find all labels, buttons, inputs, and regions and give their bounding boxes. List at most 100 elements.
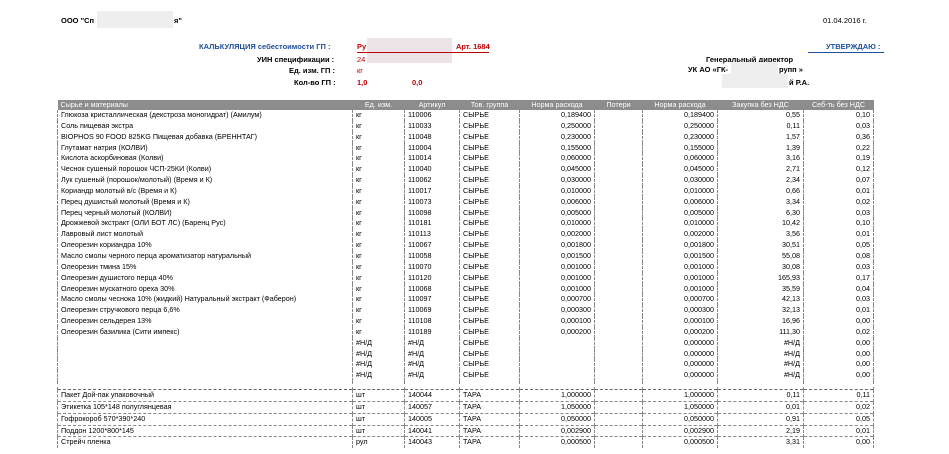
table-cell: 0,01 [717,400,804,414]
table-cell: кг [352,175,405,186]
management-company: УК АО «ГК- [688,65,729,74]
redaction [722,74,788,88]
table-cell: кг [352,229,405,241]
table-cell: 0,01 [803,305,874,317]
table-cell: ТАРА [459,424,520,437]
table-cell: Поддон 1200*800*145 [57,424,353,437]
table-cell: 0,000000 [642,337,718,349]
table-cell: 3,34 [717,196,804,208]
table-cell: Лук сушеный (порошок/молотый) (Время и К… [57,175,353,186]
table-cell: 42,13 [717,294,804,306]
redaction [97,11,173,28]
table-cell: 1,39 [717,142,804,154]
table-cell: СЫРЬЕ [459,175,520,186]
table-cell: #Н/Д [404,348,460,360]
table-cell: 0,04 [803,283,874,295]
table-row: Кориандр молотый в/с (Время и К) кг 110017… [57,185,874,197]
table-cell: рул [352,436,405,449]
table-cell: кг [352,326,405,338]
table-cell: 0,11 [717,120,804,132]
table-cell: 0,000000 [642,359,718,371]
table-cell: 0,001000 [642,261,718,273]
table-cell: 1,000000 [642,389,718,402]
table-cell: СЫРЬЕ [459,261,520,273]
table-cell: кг [352,316,405,327]
table-cell: 0,250000 [519,120,595,132]
table-cell: 0,00 [803,316,874,327]
table-cell: Олеорезин мускатного ореха 30% [57,283,353,295]
table-cell: 0,045000 [519,164,595,176]
table-cell: СЫРЬЕ [459,283,520,295]
table-cell: BIOPHOS 90 FOOD 825KG Пищевая добавка (Б… [57,131,353,143]
table-cell: #Н/Д [352,359,405,371]
table-cell: кг [352,250,405,262]
table-cell: СЫРЬЕ [459,120,520,132]
table-cell [57,370,353,382]
table-row: Чеснок сушеный порошок ЧСП-25КИ (Колви) к… [57,164,874,176]
table-cell: 0,006000 [519,196,595,208]
table-cell: СЫРЬЕ [459,153,520,165]
table-cell: 1,57 [717,131,804,143]
table-cell: 0,00 [803,337,874,349]
redaction [367,38,452,63]
table-cell: 0,00 [803,359,874,371]
table-cell: 110068 [404,283,460,295]
table-row: Пакет Дой-пак упаковочный шт 140044 ТАРА 1,0… [57,389,874,402]
table-cell: 0,03 [803,207,874,219]
table-cell: СЫРЬЕ [459,316,520,327]
table-cell: ТАРА [459,389,520,402]
table-cell: СЫРЬЕ [459,110,520,121]
table-cell: 0,000200 [642,326,718,338]
table-cell: 0,045000 [642,164,718,176]
table-row: Олеорезин базилика (Сити импекс) кг 110189… [57,326,874,338]
table-cell: 110040 [404,164,460,176]
table-cell: 140044 [404,389,460,402]
table-cell: 0,19 [803,153,874,165]
table-cell: #Н/Д [717,337,804,349]
table-row: Соль пищевая экстра кг 110033 СЫРЬЕ 0,250000… [57,120,874,132]
table-cell: кг [352,153,405,165]
table-cell [642,381,718,390]
table-cell: 0,002000 [642,229,718,241]
cost-table: Сырье и материалы Ед. изм. Артикул Тов. гру… [57,100,874,449]
table-cell: 1,050000 [642,400,718,414]
table-cell: 0,001800 [642,240,718,251]
column-header: Артикул [404,100,460,110]
table-cell: кг [352,272,405,284]
table-cell: Соль пищевая экстра [57,120,353,132]
table-cell: 0,230000 [642,131,718,143]
table-row: Масло смолы черного перца ароматизатор н… [57,250,874,262]
table-cell: СЫРЬЕ [459,305,520,317]
table-cell [594,229,643,241]
title-underline [357,52,489,53]
signer-name: й Р.А. [789,78,810,87]
table-cell: 0,03 [803,261,874,273]
table-row: Гофрокороб 570*390*240 шт 140005 ТАРА 0,0500… [57,412,874,426]
table-cell: СЫРЬЕ [459,207,520,219]
table-cell: 0,08 [803,250,874,262]
table-cell [594,305,643,317]
table-cell: Пакет Дой-пак упаковочный [57,389,353,402]
table-cell [594,110,643,121]
table-cell: 0,000100 [519,316,595,327]
table-row: Олеорезин тмина 15% кг 110070 СЫРЬЕ 0,001000… [57,261,874,273]
table-cell: 0,001000 [642,283,718,295]
table-cell [594,370,643,382]
table-row: #Н/Д #Н/Д СЫРЬЕ 0,000000 #Н/Д 0,00 [57,359,874,371]
table-cell: шт [352,412,405,426]
table-cell: 0,22 [803,142,874,154]
table-cell: 110067 [404,240,460,251]
table-cell: 1,000000 [519,389,595,402]
table-cell [717,381,804,390]
table-cell: 0,000300 [642,305,718,317]
table-cell: 0,000700 [519,294,595,306]
table-cell [594,175,643,186]
table-row: Олеорезин сельдерея 13% кг 110108 СЫРЬЕ 0,00… [57,316,874,327]
table-cell: 0,005000 [642,207,718,219]
table-row: Олеорезин стручкового перца 6,6% кг 110069… [57,305,874,317]
table-cell: СЫРЬЕ [459,131,520,143]
table-row: Олеорезин душистого перца 40% кг 110120 СЫР… [57,272,874,284]
uin-label: УИН спецификации : [257,55,335,64]
table-cell: 0,000000 [642,370,718,382]
table-cell: 0,050000 [519,412,595,426]
